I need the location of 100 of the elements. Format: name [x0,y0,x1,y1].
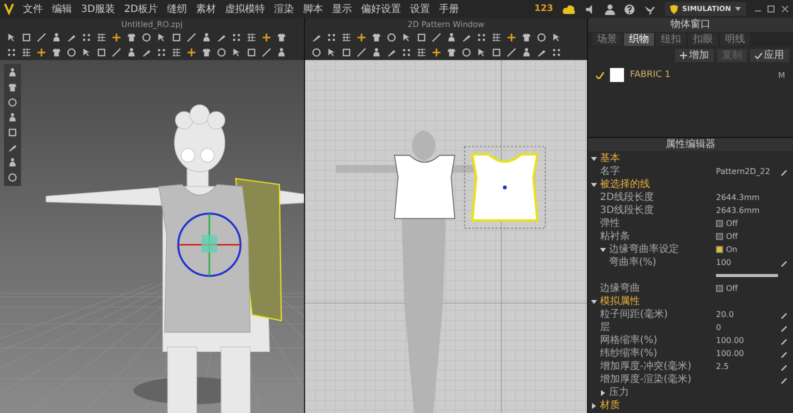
tab[interactable]: 扣眼 [688,33,718,46]
shirt-icon[interactable] [276,32,287,43]
pen-icon[interactable] [216,32,227,43]
fabric-name[interactable]: FABRIC 1 [630,70,772,80]
dots-icon[interactable] [81,32,92,43]
cursor-icon[interactable] [551,32,562,43]
property-value[interactable]: 100.00 [716,336,744,345]
pencil-icon[interactable] [780,324,788,332]
property-value[interactable]: 0 [716,323,722,332]
menu-item[interactable]: 脚本 [303,2,324,16]
pencil-icon[interactable] [780,258,788,266]
square-icon[interactable] [491,47,502,58]
menu-item[interactable]: 缝纫 [167,2,188,16]
pen-icon[interactable] [141,47,152,58]
property-value[interactable]: 20.0 [716,310,734,319]
pencil-icon[interactable] [780,310,788,318]
expand-arrow-icon[interactable] [591,298,597,304]
cursor-icon[interactable] [6,32,17,43]
slider-fill[interactable] [716,274,778,277]
line-icon[interactable] [431,32,442,43]
checkbox[interactable] [716,285,723,292]
dots-icon[interactable] [326,32,337,43]
square-icon[interactable] [416,32,427,43]
pen-icon[interactable] [386,47,397,58]
grid-icon[interactable] [246,32,257,43]
pen-icon[interactable] [536,47,547,58]
pencil-icon[interactable] [780,168,788,176]
property-value[interactable]: 100 [716,258,732,267]
pencil-icon[interactable] [780,350,788,358]
shirt-icon[interactable] [126,32,137,43]
square-icon[interactable] [341,47,352,58]
person-icon[interactable] [276,47,287,58]
grid-icon[interactable] [491,32,502,43]
plus-icon[interactable] [356,32,367,43]
dots-icon[interactable] [476,32,487,43]
line-icon[interactable] [36,32,47,43]
shirt-icon[interactable] [51,47,62,58]
cursor-icon[interactable] [81,47,92,58]
plus-icon[interactable] [186,47,197,58]
pattern-piece[interactable] [464,146,546,229]
shirt-icon[interactable] [446,47,457,58]
circle-icon[interactable] [7,97,18,108]
menu-item[interactable]: 3D服装 [81,2,116,16]
circle-icon[interactable] [386,32,397,43]
menu-item[interactable]: 手册 [439,2,460,16]
dots-icon[interactable] [551,47,562,58]
property-value[interactable]: 2.5 [716,362,729,371]
menu-item[interactable]: 渲染 [274,2,294,16]
square-icon[interactable] [7,127,18,138]
dots-icon[interactable] [401,47,412,58]
person-icon[interactable] [371,47,382,58]
menu-item[interactable]: 素材 [196,2,216,16]
dots-icon[interactable] [6,47,17,58]
check-icon[interactable] [596,72,604,78]
tab[interactable]: 明线 [720,33,750,46]
cursor-icon[interactable] [476,47,487,58]
tab[interactable]: 纽扣 [656,33,686,46]
person-icon[interactable] [605,4,616,14]
tab[interactable]: 织物 [624,33,654,46]
cloud-icon[interactable] [562,4,576,14]
square-icon[interactable] [21,32,32,43]
checkbox[interactable] [716,233,723,240]
circle-icon[interactable] [461,47,472,58]
bird-icon[interactable] [644,4,656,14]
pencil-icon[interactable] [780,336,788,344]
3d-viewport[interactable] [0,60,304,413]
person-icon[interactable] [51,32,62,43]
line-icon[interactable] [261,47,272,58]
plus-icon[interactable] [261,32,272,43]
grid-icon[interactable] [416,47,427,58]
checkbox[interactable] [716,246,723,253]
person-icon[interactable] [446,32,457,43]
collapse-arrow-icon[interactable] [600,390,606,396]
plus-icon[interactable] [111,32,122,43]
line-icon[interactable] [356,47,367,58]
help-icon[interactable] [624,4,636,14]
dots-icon[interactable] [231,32,242,43]
person-icon[interactable] [7,112,18,123]
circle-icon[interactable] [66,47,77,58]
property-value[interactable]: 2643.6mm [716,206,760,215]
plus-icon[interactable] [36,47,47,58]
pattern-piece[interactable] [394,154,456,219]
grid-icon[interactable] [171,47,182,58]
cursor-icon[interactable] [401,32,412,43]
person-icon[interactable] [126,47,137,58]
pencil-icon[interactable] [780,376,788,384]
cursor-icon[interactable] [156,32,167,43]
panel-button[interactable]: 应用 [750,49,789,62]
pen-icon[interactable] [311,32,322,43]
plus-icon[interactable] [431,47,442,58]
tab[interactable]: 场景 [592,33,622,46]
menu-item[interactable]: 显示 [332,2,352,16]
plus-icon[interactable] [506,32,517,43]
expand-arrow-icon[interactable] [600,246,606,252]
line-icon[interactable] [111,47,122,58]
cursor-icon[interactable] [326,47,337,58]
menu-item[interactable]: 设置 [410,2,430,16]
collapse-arrow-icon[interactable] [591,402,597,408]
cursor-icon[interactable] [231,47,242,58]
pen-icon[interactable] [66,32,77,43]
